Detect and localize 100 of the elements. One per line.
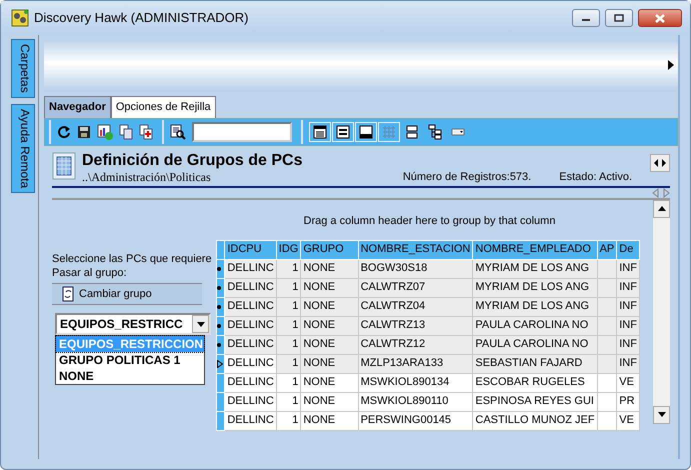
- save-icon[interactable]: [77, 124, 91, 138]
- table-row[interactable]: DELLINC 1 NONE PERSWING00145 CASTILLO MUNOZ JEF VE: [216, 411, 640, 430]
- side-tab[interactable]: Ayuda Remota: [11, 104, 35, 193]
- table-cell: INF: [616, 354, 640, 373]
- table-cell: INF: [616, 297, 640, 316]
- close-icon: [655, 14, 665, 22]
- tab[interactable]: Opciones de Rejilla: [110, 96, 216, 118]
- row-indicator[interactable]: [216, 297, 225, 316]
- side-tab[interactable]: Carpetas: [11, 39, 35, 98]
- group-combo[interactable]: EQUIPOS_RESTRICC: [55, 313, 211, 335]
- status-text: Estado: Activo.: [559, 170, 632, 184]
- table-cell: 1: [276, 316, 301, 335]
- column-header[interactable]: NOMBRE_ESTACION: [358, 240, 473, 259]
- panel-view-button[interactable]: [355, 122, 377, 142]
- table-cell: MYRIAM DE LOS ANG: [472, 297, 598, 316]
- chart-icon[interactable]: [97, 124, 113, 140]
- table-cell: ESPINOSA REYES GUI: [472, 392, 598, 411]
- table-cell: MSWKIOL890134: [358, 373, 473, 392]
- grid-view-button[interactable]: [309, 122, 331, 142]
- table-cell: PAULA CAROLINA NO: [472, 316, 598, 335]
- form-view-button[interactable]: [332, 122, 354, 142]
- scroll-up-icon[interactable]: [658, 206, 666, 211]
- table-cell: NONE: [300, 354, 358, 373]
- scroll-tabs-button[interactable]: [650, 154, 670, 172]
- table-cell: 1: [276, 411, 301, 430]
- table-cell: 1: [276, 335, 301, 354]
- table-cell: PERSWING00145: [358, 411, 473, 430]
- app-icon: [11, 9, 29, 27]
- table-row[interactable]: DELLINC 1 NONE CALWTRZ04 MYRIAM DE LOS ANG INF: [216, 297, 640, 316]
- table-cell: PR: [616, 392, 640, 411]
- add-document-icon[interactable]: [139, 124, 153, 140]
- change-group-button[interactable]: Cambiar grupo: [52, 282, 202, 305]
- table-row[interactable]: DELLINC 1 NONE MZLP13ARA133 SEBASTIAN FAJARD INF: [216, 354, 640, 373]
- table-cell: NONE: [300, 335, 358, 354]
- dropdown-option[interactable]: NONE: [56, 368, 204, 384]
- left-right-arrows-icon[interactable]: [652, 188, 670, 198]
- copy-icon[interactable]: [119, 124, 133, 140]
- table-row[interactable]: DELLINC 1 NONE BOGW30S18 MYRIAM DE LOS ANG INF: [216, 259, 640, 278]
- table-cell: CASTILLO MUNOZ JEF: [472, 411, 598, 430]
- column-header[interactable]: IDG: [276, 240, 301, 259]
- grid-view-icon: [312, 124, 328, 140]
- table-cell: CALWTRZ12: [358, 335, 473, 354]
- table-cell: DELLINC: [224, 335, 276, 354]
- table-row[interactable]: DELLINC 1 NONE CALWTRZ13 PAULA CAROLINA NO INF: [216, 316, 640, 335]
- window-title: Discovery Hawk (ADMINISTRADOR): [34, 9, 249, 28]
- table-cell: INF: [616, 278, 640, 297]
- table-cell: DELLINC: [224, 259, 276, 278]
- row-indicator[interactable]: [216, 278, 225, 297]
- table-row[interactable]: DELLINC 1 NONE CALWTRZ07 MYRIAM DE LOS ANG INF: [216, 278, 640, 297]
- row-indicator[interactable]: [216, 259, 225, 278]
- table-cell: NONE: [300, 373, 358, 392]
- scroll-down-icon[interactable]: [658, 412, 666, 417]
- split-rows-icon: [404, 124, 420, 140]
- row-indicator[interactable]: [216, 354, 225, 373]
- tab[interactable]: Navegador: [44, 96, 111, 118]
- table-cell: CALWTRZ04: [358, 297, 473, 316]
- swap-icon: [62, 286, 74, 302]
- table-row[interactable]: DELLINC 1 NONE MSWKIOL890110 ESPINOSA REYES GUI PR: [216, 392, 640, 411]
- table-cell: MYRIAM DE LOS ANG: [472, 259, 598, 278]
- column-header[interactable]: GRUPO: [300, 240, 358, 259]
- table-cell: 1: [276, 297, 301, 316]
- search-field[interactable]: [192, 122, 292, 142]
- table-cell: DELLINC: [224, 278, 276, 297]
- table-cell: MSWKIOL890110: [358, 392, 473, 411]
- form-view-icon: [335, 124, 351, 140]
- dropdown-option[interactable]: GRUPO POLITICAS 1: [56, 352, 204, 368]
- minimize-button[interactable]: [572, 9, 600, 27]
- table-cell: BOGW30S18: [358, 259, 473, 278]
- refresh-icon[interactable]: [57, 124, 71, 138]
- column-header-corner: [216, 240, 225, 259]
- table-cell: INF: [616, 335, 640, 354]
- column-header[interactable]: AP: [597, 240, 617, 259]
- breadcrumb-path: ..\Administración\Politicas: [82, 170, 211, 184]
- table-cell: 1: [276, 392, 301, 411]
- table-cell: INF: [616, 259, 640, 278]
- search-document-icon[interactable]: [170, 124, 186, 140]
- column-header[interactable]: De: [616, 240, 640, 259]
- row-indicator[interactable]: [216, 316, 225, 335]
- table-row[interactable]: DELLINC 1 NONE MSWKIOL890134 ESCOBAR RUGELES VE: [216, 373, 640, 392]
- table-row[interactable]: DELLINC 1 NONE CALWTRZ12 PAULA CAROLINA NO INF: [216, 335, 640, 354]
- maximize-button[interactable]: [605, 9, 633, 27]
- table-cell: NONE: [300, 392, 358, 411]
- table-cell: DELLINC: [224, 411, 276, 430]
- maximize-icon: [614, 14, 624, 22]
- table-cell: NONE: [300, 411, 358, 430]
- column-header[interactable]: NOMBRE_EMPLEADO: [472, 240, 598, 259]
- table-cell: NONE: [300, 297, 358, 316]
- dropdown-arrow-icon: [196, 322, 204, 326]
- table-cell: 1: [276, 259, 301, 278]
- table-cell: INF: [616, 316, 640, 335]
- vertical-scrollbar[interactable]: [653, 200, 670, 424]
- column-header[interactable]: IDCPU: [224, 240, 276, 259]
- close-button[interactable]: [638, 9, 682, 27]
- table-cell: DELLINC: [224, 316, 276, 335]
- row-indicator[interactable]: [216, 335, 225, 354]
- table-cell: DELLINC: [224, 297, 276, 316]
- instruction-text: Seleccione las PCs que requiere: [52, 252, 213, 266]
- table-cell: VE: [616, 373, 640, 392]
- table-cell: VE: [616, 411, 640, 430]
- expand-arrow-icon[interactable]: [668, 60, 674, 70]
